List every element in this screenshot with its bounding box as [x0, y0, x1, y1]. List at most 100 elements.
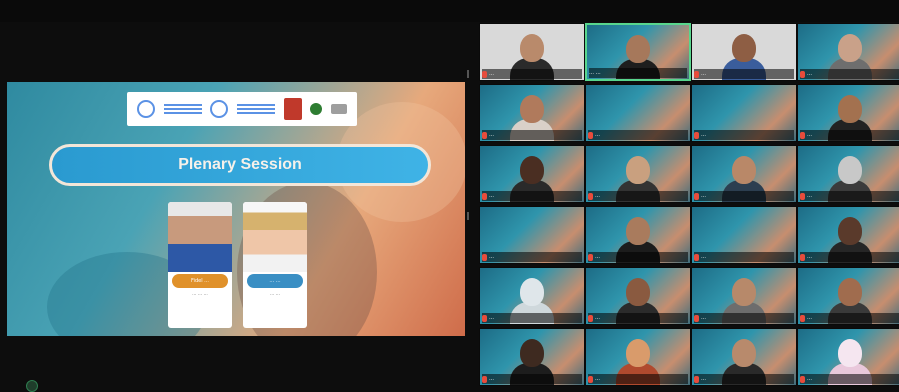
participant-name: ...: [489, 71, 495, 77]
speaker-name: Fidel ...: [172, 274, 228, 288]
mic-muted-icon: [694, 314, 699, 322]
mic-muted-icon: [588, 253, 593, 261]
participant-video: [520, 34, 544, 62]
participant-name-label: ...: [482, 313, 582, 323]
participant-name-label: ...: [482, 191, 582, 201]
participant-tile[interactable]: ...: [691, 267, 797, 325]
participant-video: [838, 95, 862, 123]
speaker-card: Fidel ... ... ... ...: [168, 202, 232, 328]
participant-name-label: ...: [800, 130, 899, 140]
speaker-card: ... ... ... ...: [243, 202, 307, 328]
university-crest-icon: [283, 98, 302, 120]
mic-muted-icon: [800, 70, 805, 78]
panel-resize-handle[interactable]: [467, 70, 469, 78]
participant-tile[interactable]: ...: [479, 206, 585, 264]
participant-name-label: ...: [800, 69, 899, 79]
participant-name: ...: [595, 315, 601, 321]
participant-tile[interactable]: ...: [479, 84, 585, 142]
participant-tile[interactable]: ...: [797, 267, 899, 325]
mic-muted-icon: [694, 70, 699, 78]
participant-tile[interactable]: ...: [585, 145, 691, 203]
speaker-photo: [168, 202, 232, 272]
participant-tile[interactable]: ...: [479, 267, 585, 325]
mic-muted-icon: [482, 253, 487, 261]
participant-video: [520, 95, 544, 123]
participant-name: ...: [489, 132, 495, 138]
participant-video: [520, 278, 544, 306]
mic-muted-icon: [588, 192, 593, 200]
mic-muted-icon: [588, 314, 593, 322]
mic-muted-icon: [800, 192, 805, 200]
panel-resize-handle[interactable]: [467, 212, 469, 220]
participant-tile[interactable]: ...: [691, 145, 797, 203]
participant-tile[interactable]: ...: [691, 328, 797, 386]
participant-video: [626, 35, 650, 63]
mic-muted-icon: [694, 253, 699, 261]
participant-video: [838, 278, 862, 306]
participant-name-label: ...: [800, 252, 899, 262]
participant-tile[interactable]: ...: [585, 206, 691, 264]
participant-name-label: ...: [588, 252, 688, 262]
participant-name-label: ...: [694, 130, 794, 140]
participant-tile[interactable]: ...: [479, 145, 585, 203]
participant-tile[interactable]: ...: [585, 84, 691, 142]
participant-video: [732, 278, 756, 306]
una-emblem-icon: [210, 100, 229, 118]
mic-muted-icon: [482, 192, 487, 200]
participant-name-label: ...: [694, 374, 794, 384]
participant-tile[interactable]: ...: [691, 84, 797, 142]
speaker-name: ... ...: [247, 274, 303, 288]
participant-tile[interactable]: ...: [691, 23, 797, 81]
status-icon[interactable]: [26, 380, 38, 392]
mic-muted-icon: [482, 375, 487, 383]
participant-name-label: ...: [694, 69, 794, 79]
mic-muted-icon: [694, 131, 699, 139]
participant-video: [838, 156, 862, 184]
participant-tile[interactable]: ...: [479, 328, 585, 386]
participant-name-label: ...: [694, 252, 794, 262]
participant-tile[interactable]: ...: [797, 23, 899, 81]
participant-name-label: ...: [588, 130, 688, 140]
participant-name: ...: [595, 132, 601, 138]
participant-name: ...: [595, 254, 601, 260]
mic-muted-icon: [482, 70, 487, 78]
participant-name: ...: [807, 71, 813, 77]
participant-name: ...: [701, 315, 707, 321]
participant-tile[interactable]: ...: [691, 206, 797, 264]
mic-muted-icon: [694, 192, 699, 200]
partner-logo-icon: [330, 104, 347, 114]
speaker-role: ... ... ...: [192, 292, 208, 297]
participant-video: [626, 278, 650, 306]
participant-name: ...: [489, 193, 495, 199]
participant-tile[interactable]: ...: [797, 206, 899, 264]
participant-tile[interactable]: ... ...: [585, 23, 691, 81]
mic-muted-icon: [800, 375, 805, 383]
participant-name-label: ...: [694, 313, 794, 323]
participant-video: [732, 339, 756, 367]
participant-tile[interactable]: ...: [585, 328, 691, 386]
logo-wordmark: [236, 104, 275, 114]
participant-name: ...: [701, 254, 707, 260]
participant-name: ...: [701, 132, 707, 138]
participant-name: ...: [701, 376, 707, 382]
sponsor-logos: [127, 92, 357, 126]
participant-tile[interactable]: ...: [479, 23, 585, 81]
participant-tile[interactable]: ...: [797, 84, 899, 142]
participant-name-label: ...: [482, 374, 582, 384]
speaker-photo: [243, 202, 307, 272]
participant-name: ...: [807, 193, 813, 199]
participant-video: [520, 339, 544, 367]
participant-tile[interactable]: ...: [585, 267, 691, 325]
participant-name: ...: [807, 315, 813, 321]
participant-name-label: ...: [694, 191, 794, 201]
mic-muted-icon: [588, 375, 593, 383]
participant-name: ...: [807, 376, 813, 382]
participant-tile[interactable]: ...: [797, 145, 899, 203]
participant-name: ...: [595, 193, 601, 199]
top-bar: [0, 0, 899, 22]
participant-name-label: ...: [800, 374, 899, 384]
participant-name-label: ...: [588, 191, 688, 201]
logo-wordmark: [163, 104, 202, 114]
participant-tile[interactable]: ...: [797, 328, 899, 386]
participant-name-label: ...: [800, 191, 899, 201]
